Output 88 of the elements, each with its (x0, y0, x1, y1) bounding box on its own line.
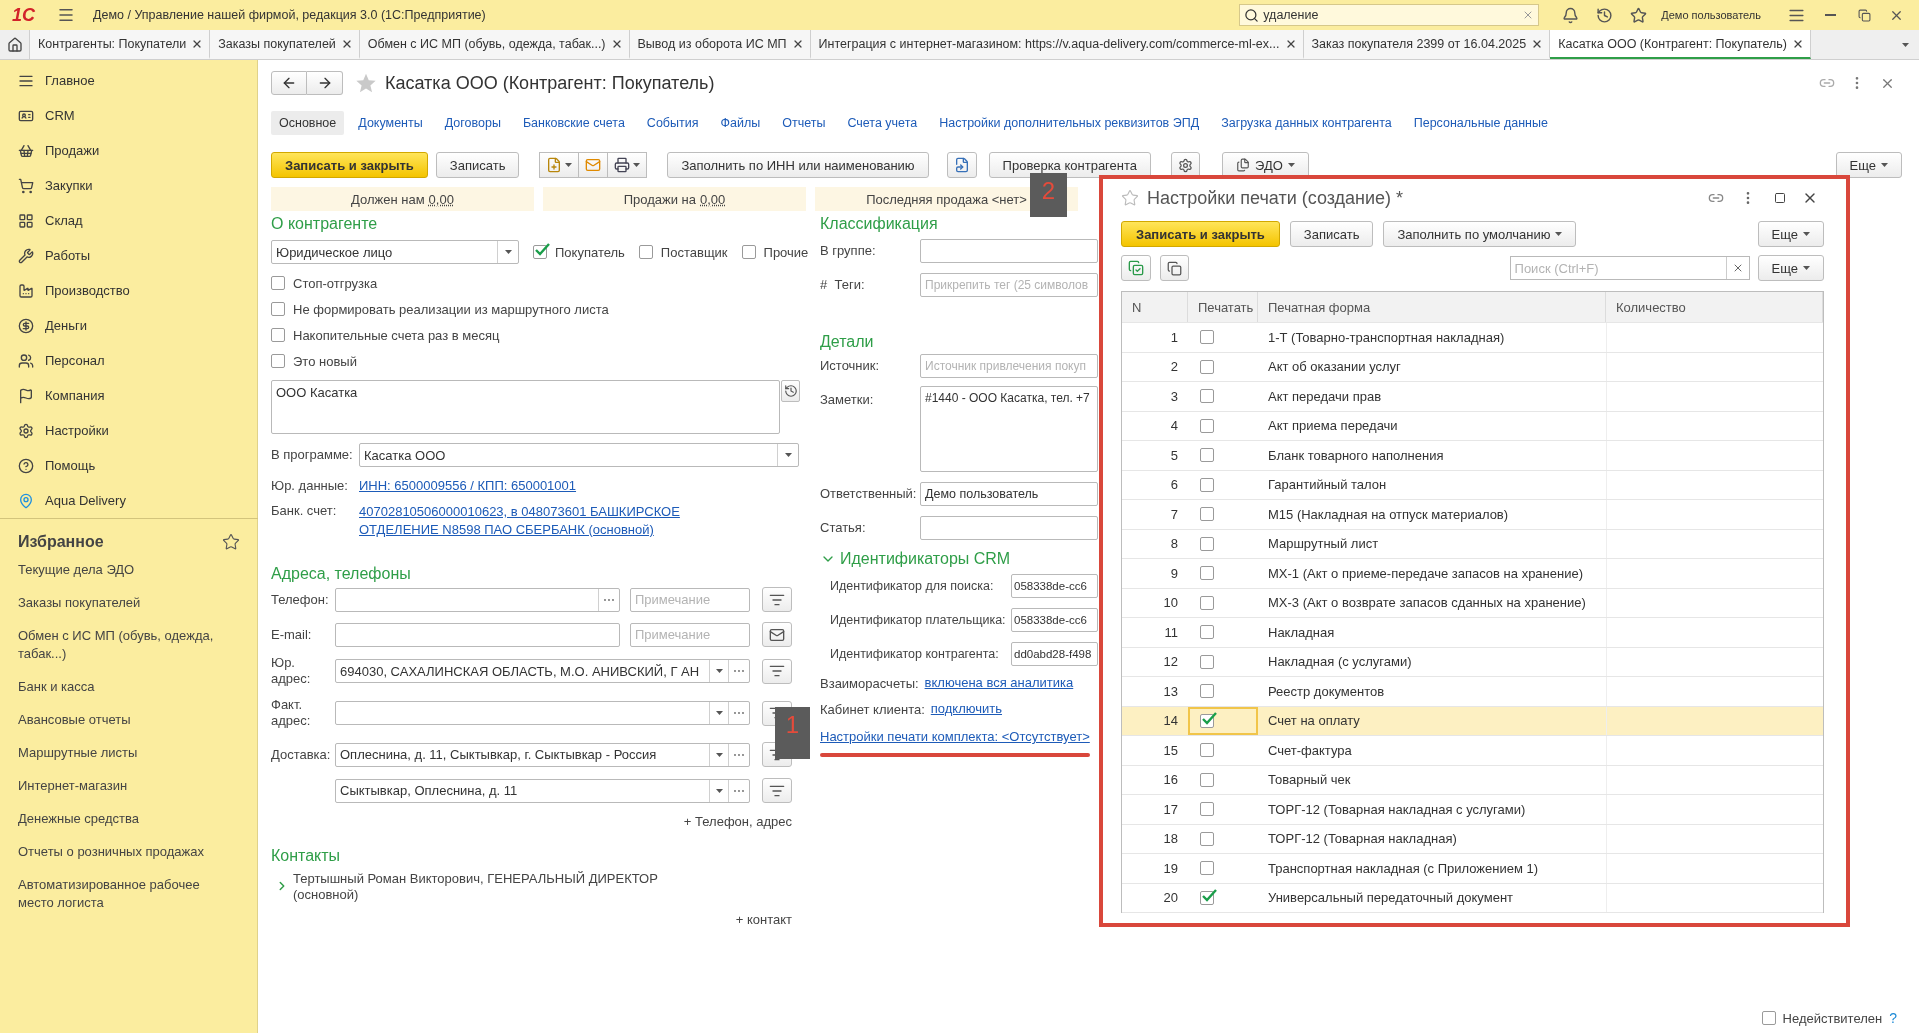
row-number: 16 (1162, 771, 1179, 790)
row-number: 17 (1162, 800, 1179, 819)
row-number: 8 (1169, 535, 1179, 554)
table-cell-text: Транспортная накладная (с Приложением 1) (1267, 859, 1540, 878)
checkbox-label: Прочие (763, 244, 809, 260)
table-cell-text: Маршрутный лист (1267, 535, 1380, 554)
checkbox-label: Покупатель (555, 244, 625, 260)
summary-text: Должен нам 0,00 (271, 187, 534, 211)
row-number: 9 (1169, 564, 1179, 583)
row-number: 19 (1162, 859, 1179, 878)
column-header: Количество (1606, 292, 1823, 322)
table-cell-text: ТОРГ-12 (Товарная накладная с услугами) (1267, 800, 1527, 819)
step-callout-tooltip: 2 (1030, 173, 1067, 217)
section-heading: Идентификаторы CRM (840, 549, 1011, 569)
form-title: Касатка ООО (Контрагент: Покупатель) (385, 72, 715, 94)
row-number: 7 (1169, 505, 1179, 524)
step-callout-tooltip: 1 (775, 707, 810, 759)
column-header: Печатать (1188, 292, 1258, 322)
field-label: Идентификатор плательщика: (830, 612, 1007, 628)
column-header: N (1122, 292, 1188, 322)
field-label: Статья: (820, 520, 867, 536)
section-heading: Классификация (820, 214, 939, 234)
table-cell-text: Накладная (с услугами) (1267, 653, 1413, 672)
user-name: Демо пользователь (1661, 9, 1761, 21)
checkbox-label: Поставщик (660, 244, 728, 260)
table-cell-text: Накладная (1267, 623, 1336, 642)
field-label: Идентификатор контрагента: (830, 646, 1000, 662)
field-label: Доставка: (271, 746, 332, 763)
section-heading: О контрагенте (271, 214, 379, 234)
row-number: 10 (1162, 594, 1179, 613)
field-label: Банк. счет: (271, 503, 338, 519)
row-number: 13 (1162, 682, 1179, 701)
checkbox-label: Это новый (293, 353, 357, 369)
table-cell-text: МХ-3 (Акт о возврате запасов сданных на хранение) (1267, 594, 1587, 613)
checkbox-label: Не формировать реализации из маршрутного листа (293, 301, 609, 317)
table-cell-text: Акт приема передачи (1267, 417, 1399, 436)
field-label: Заметки: (820, 391, 875, 408)
field-label: Юр. данные: (271, 478, 349, 494)
table-cell-text: Гарантийный талон (1267, 476, 1388, 495)
table-cell-text: Акт об оказании услуг (1267, 358, 1402, 377)
row-number: 3 (1169, 387, 1179, 406)
row-number: 20 (1162, 889, 1179, 908)
field-label: Факт. адрес: (271, 697, 312, 729)
field-label: В программе: (271, 447, 354, 463)
row-number: 15 (1162, 741, 1179, 760)
table-cell-text: Реестр документов (1267, 682, 1386, 701)
section-heading: Адреса, телефоны (271, 564, 412, 584)
field-label: Телефон: (271, 591, 330, 608)
row-number: 6 (1169, 476, 1179, 495)
field-label: Юр. адрес: (271, 655, 312, 687)
row-number: 2 (1169, 358, 1179, 377)
field-label: # Теги: (820, 277, 866, 293)
table-cell-text: Универсальный передаточный документ (1267, 889, 1515, 908)
row-number: 4 (1169, 417, 1179, 436)
row-number: 14 (1162, 712, 1179, 731)
window-title: Демо / Управление нашей фирмой, редакция 3.0 (1С:Предприятие) (93, 8, 486, 22)
section-heading: Контакты (271, 846, 342, 866)
row-number: 5 (1169, 446, 1179, 465)
table-cell-text: М15 (Накладная на отпуск материалов) (1267, 505, 1510, 524)
app-logo: 1С (12, 4, 35, 26)
table-cell-text: ТОРГ-12 (Товарная накладная) (1267, 830, 1458, 849)
table-cell-text: МХ-1 (Акт о приеме-передаче запасов на хранение) (1267, 564, 1584, 583)
row-number: 1 (1169, 328, 1179, 347)
row-number: 12 (1162, 653, 1179, 672)
column-header: Печатная форма (1258, 292, 1606, 322)
field-label: Взаиморасчеты: (820, 675, 919, 691)
field-label: Ответственный: (820, 486, 918, 502)
table-cell-text: Счет на оплату (1267, 712, 1361, 731)
summary-text: Продажи на 0,00 (543, 187, 806, 211)
field-label: Кабинет клиента: (820, 701, 925, 717)
checkbox-label: Стоп-отгрузка (293, 275, 378, 291)
field-label: Идентификатор для поиска: (830, 578, 995, 594)
checkbox-label: Недействителен (1782, 1010, 1883, 1026)
table-cell-text: Акт передачи прав (1267, 387, 1383, 406)
row-number: 11 (1163, 623, 1179, 642)
row-number: 18 (1162, 830, 1179, 849)
field-label: E-mail: (271, 626, 313, 643)
table-cell-text: Счет-фактура (1267, 741, 1353, 760)
field-label: В группе: (820, 243, 877, 259)
table-cell-text: Товарный чек (1267, 771, 1352, 790)
favorites-heading: Избранное (18, 532, 104, 552)
table-cell-text: 1-Т (Товарно-транспортная накладная) (1267, 328, 1506, 347)
dialog-title: Настройки печати (создание) * (1147, 187, 1404, 209)
checkbox-label: Накопительные счета раз в месяц (293, 327, 500, 343)
section-heading: Детали (820, 332, 875, 352)
table-cell-text: Бланк товарного наполнения (1267, 446, 1445, 465)
field-label: Источник: (820, 358, 881, 374)
contact-name: Тертышный Роман Викторович, ГЕНЕРАЛЬНЫЙ ДИРЕКТОР (основной) (293, 871, 659, 903)
